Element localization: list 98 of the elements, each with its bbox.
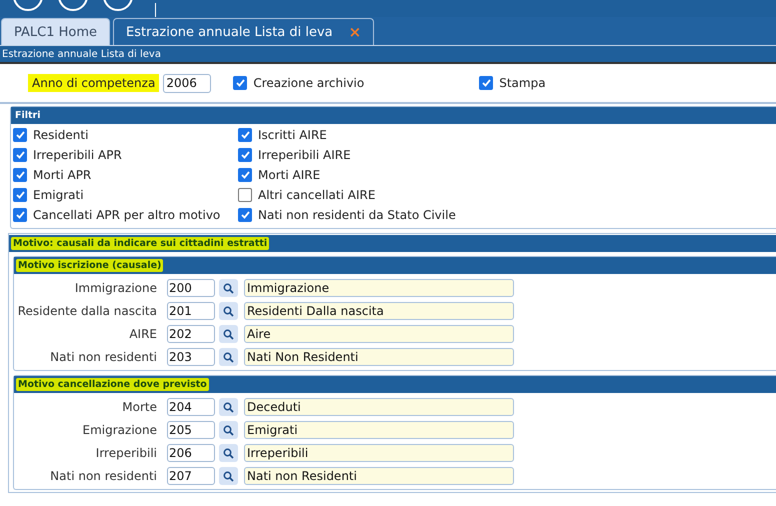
code-field[interactable]: 202 xyxy=(167,325,215,343)
checkbox-box[interactable] xyxy=(238,188,252,202)
checkbox-label: Nati non residenti da Stato Civile xyxy=(258,208,456,222)
description-field[interactable]: Nati Non Residenti xyxy=(244,348,514,366)
tab-label: Estrazione annuale Lista di leva xyxy=(126,24,333,40)
description-field[interactable]: Irreperibili xyxy=(244,444,514,462)
checkbox-label: Stampa xyxy=(499,76,546,90)
checkbox-label: Iscritti AIRE xyxy=(258,128,327,142)
search-icon xyxy=(223,282,234,294)
checkbox-label: Cancellati APR per altro motivo xyxy=(33,208,220,222)
check-icon xyxy=(16,131,24,139)
checkbox-box[interactable] xyxy=(13,208,27,222)
code-field[interactable]: 204 xyxy=(167,398,215,416)
code-field[interactable]: 201 xyxy=(167,302,215,320)
search-button[interactable] xyxy=(219,398,238,416)
tab[interactable]: PALC1 Home xyxy=(1,18,110,45)
checkbox-label: Creazione archivio xyxy=(253,76,364,90)
checkbox-box[interactable] xyxy=(238,148,252,162)
checkbox[interactable]: Residenti xyxy=(13,128,238,142)
field-label: Emigrazione xyxy=(82,423,157,437)
search-button[interactable] xyxy=(219,421,238,439)
search-icon xyxy=(223,402,234,412)
field-label: Irreperibili xyxy=(94,446,157,460)
search-icon xyxy=(223,328,234,340)
year-label: Anno di competenza xyxy=(28,74,160,92)
checkbox-box[interactable] xyxy=(13,168,27,182)
checkbox[interactable]: Morti APR xyxy=(13,168,238,182)
checkbox-label: Residenti xyxy=(33,128,88,142)
search-icon xyxy=(223,306,234,316)
checkbox-box[interactable] xyxy=(238,168,252,182)
check-icon xyxy=(240,211,250,219)
search-icon xyxy=(223,352,234,362)
checkbox-box[interactable] xyxy=(13,148,27,162)
checkbox-box[interactable] xyxy=(13,188,27,202)
checkbox[interactable]: Irreperibili AIRE xyxy=(238,148,774,162)
checkbox-label: Altri cancellati AIRE xyxy=(258,188,376,202)
search-button[interactable] xyxy=(219,444,238,462)
check-icon xyxy=(16,171,24,179)
code-field[interactable]: 203 xyxy=(167,348,215,366)
group-title: Motivo iscrizione (causale) xyxy=(16,259,164,272)
code-field[interactable]: 200 xyxy=(167,279,215,297)
field-label: Residente dalla nascita xyxy=(16,304,157,318)
check-icon xyxy=(482,79,491,87)
code-field[interactable]: 207 xyxy=(167,467,215,485)
field-label: Immigrazione xyxy=(74,281,157,295)
search-icon xyxy=(223,424,234,436)
check-icon xyxy=(236,79,245,87)
checkbox[interactable]: Cancellati APR per altro motivo xyxy=(13,208,238,222)
checkbox[interactable]: Nati non residenti da Stato Civile xyxy=(238,208,774,222)
checkbox[interactable]: Emigrati xyxy=(13,188,238,202)
checkbox[interactable]: Irreperibili APR xyxy=(13,148,238,162)
panel-title: Motivo: causali da indicare sui cittadini estratti xyxy=(11,237,270,250)
search-button[interactable] xyxy=(219,325,238,343)
checkbox-box[interactable] xyxy=(233,76,248,90)
description-field[interactable]: Deceduti xyxy=(244,398,514,416)
checkbox[interactable]: Morti AIRE xyxy=(238,168,774,182)
search-button[interactable] xyxy=(219,279,238,297)
check-icon xyxy=(16,151,24,159)
description-field[interactable]: Nati non Residenti xyxy=(244,467,514,485)
checkbox-label: Irreperibili AIRE xyxy=(258,148,351,162)
search-button[interactable] xyxy=(219,467,238,485)
field-label: Nati non residenti xyxy=(49,469,157,483)
checkbox[interactable]: Stampa xyxy=(479,76,546,90)
checkbox-box[interactable] xyxy=(13,128,27,142)
search-button[interactable] xyxy=(219,348,238,366)
check-icon xyxy=(240,131,250,139)
checkbox[interactable]: Altri cancellati AIRE xyxy=(238,188,774,202)
checkbox-box[interactable] xyxy=(238,128,252,142)
tab[interactable]: Estrazione annuale Lista di leva × xyxy=(113,18,374,45)
search-button[interactable] xyxy=(219,302,238,320)
checkbox-label: Irreperibili APR xyxy=(33,148,122,162)
description-field[interactable]: Aire xyxy=(244,325,514,343)
checkbox-box[interactable] xyxy=(479,76,494,90)
search-icon xyxy=(223,448,234,458)
check-icon xyxy=(16,211,24,219)
field-label: AIRE xyxy=(128,327,157,341)
checkbox[interactable]: Creazione archivio xyxy=(233,76,364,90)
description-field[interactable]: Residenti Dalla nascita xyxy=(244,302,514,320)
search-icon xyxy=(223,470,234,482)
code-field[interactable]: 205 xyxy=(167,421,215,439)
check-icon xyxy=(16,191,24,199)
year-field[interactable]: 2006 xyxy=(163,74,212,92)
group-title: Motivo cancellazione dove previsto xyxy=(16,378,209,391)
tab-label: PALC1 Home xyxy=(14,24,98,40)
checkbox-box[interactable] xyxy=(238,208,252,222)
checkbox-label: Morti APR xyxy=(33,168,92,182)
field-label: Morte xyxy=(121,400,157,414)
page-subtitle: Estrazione annuale Lista di leva xyxy=(0,46,776,64)
check-icon xyxy=(240,171,250,179)
panel-title: Filtri xyxy=(14,109,42,122)
field-label: Nati non residenti xyxy=(49,350,157,364)
check-icon xyxy=(240,151,250,159)
description-field[interactable]: Immigrazione xyxy=(244,279,514,297)
description-field[interactable]: Emigrati xyxy=(244,421,514,439)
code-field[interactable]: 206 xyxy=(167,444,215,462)
checkbox-label: Morti AIRE xyxy=(258,168,320,182)
checkbox[interactable]: Iscritti AIRE xyxy=(238,128,774,142)
checkbox-label: Emigrati xyxy=(33,188,84,202)
